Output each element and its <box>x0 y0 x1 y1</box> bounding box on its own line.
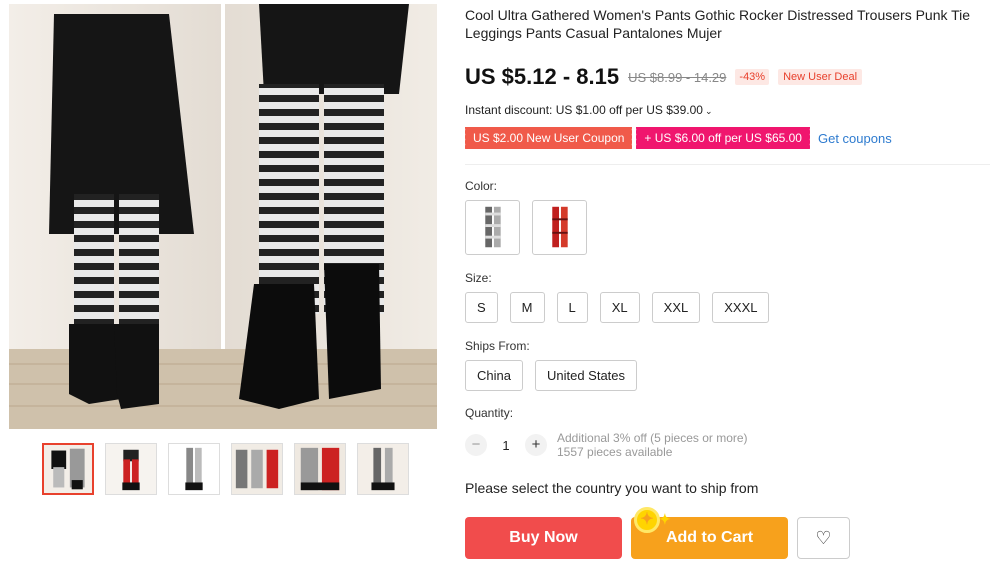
size-xxl-button[interactable]: XXL <box>651 292 701 323</box>
chevron-down-icon: ⌄ <box>704 106 713 116</box>
thumbnail-4[interactable] <box>231 443 283 495</box>
thumbnail-strip <box>42 443 409 495</box>
instant-discount[interactable]: Instant discount: US $1.00 off per US $3… <box>465 103 712 117</box>
ships-from-options: China United States <box>465 360 638 391</box>
quantity-value[interactable]: 1 <box>487 438 525 453</box>
coupon-row: US $2.00 New User Coupon + US $6.00 off … <box>462 127 892 149</box>
price: US $5.12 - 8.15 <box>465 64 620 89</box>
sparkle-icon: ✦ <box>659 511 671 527</box>
new-user-coupon[interactable]: US $2.00 New User Coupon <box>462 127 635 149</box>
price-row: US $5.12 - 8.15 US $8.99 - 14.29 -43% Ne… <box>465 64 863 90</box>
color-option-red[interactable] <box>532 200 587 255</box>
ships-from-us-button[interactable]: United States <box>534 360 638 391</box>
quantity-label: Quantity: <box>465 406 514 420</box>
action-buttons: Buy Now ✦ ✦ Add to Cart ♡ <box>465 507 850 559</box>
size-s-button[interactable]: S <box>465 292 498 323</box>
main-product-image <box>9 4 437 429</box>
size-options: S M L XL XXL XXXL <box>465 292 770 323</box>
quantity-decrease-button[interactable]: − <box>465 434 487 456</box>
quantity-stepper: − 1 + Additional 3% off (5 pieces or mor… <box>465 431 748 459</box>
new-user-deal-badge: New User Deal <box>778 69 863 85</box>
instant-discount-text: Instant discount: US $1.00 off per US $3… <box>465 103 703 117</box>
ship-country-note: Please select the country you want to sh… <box>465 480 759 496</box>
ships-from-label: Ships From: <box>465 339 530 353</box>
divider <box>465 164 990 165</box>
stock-available-text: 1557 pieces available <box>557 445 673 459</box>
buy-now-button[interactable]: Buy Now <box>465 517 622 559</box>
discount-percent-badge: -43% <box>735 69 770 85</box>
thumbnail-5[interactable] <box>294 443 346 495</box>
thumbnail-6[interactable] <box>357 443 409 495</box>
size-xxxl-button[interactable]: XXXL <box>712 292 770 323</box>
quantity-info: Additional 3% off (5 pieces or more) 155… <box>557 431 748 459</box>
get-coupons-link[interactable]: Get coupons <box>818 131 892 146</box>
coin-icon: ✦ <box>634 507 660 533</box>
color-option-grey[interactable] <box>465 200 520 255</box>
size-xl-button[interactable]: XL <box>599 292 640 323</box>
color-options <box>465 200 587 255</box>
thumbnail-3[interactable] <box>168 443 220 495</box>
size-m-button[interactable]: M <box>509 292 545 323</box>
size-l-button[interactable]: L <box>556 292 588 323</box>
thumbnail-1[interactable] <box>42 443 94 495</box>
color-label: Color: <box>465 179 498 193</box>
add-to-cart-label: Add to Cart <box>665 529 754 546</box>
product-title: Cool Ultra Gathered Women's Pants Gothic… <box>465 7 971 41</box>
add-to-cart-button[interactable]: ✦ ✦ Add to Cart <box>631 507 788 559</box>
quantity-increase-button[interactable]: + <box>525 434 547 456</box>
original-price: US $8.99 - 14.29 <box>628 69 727 85</box>
size-label: Size: <box>465 271 492 285</box>
wishlist-button[interactable]: ♡ <box>797 517 850 559</box>
heart-icon: ♡ <box>815 527 832 548</box>
ships-from-china-button[interactable]: China <box>465 360 523 391</box>
bulk-discount-text: Additional 3% off (5 pieces or more) <box>557 431 748 445</box>
store-coupon[interactable]: + US $6.00 off per US $65.00 <box>634 127 812 149</box>
thumbnail-2[interactable] <box>105 443 157 495</box>
